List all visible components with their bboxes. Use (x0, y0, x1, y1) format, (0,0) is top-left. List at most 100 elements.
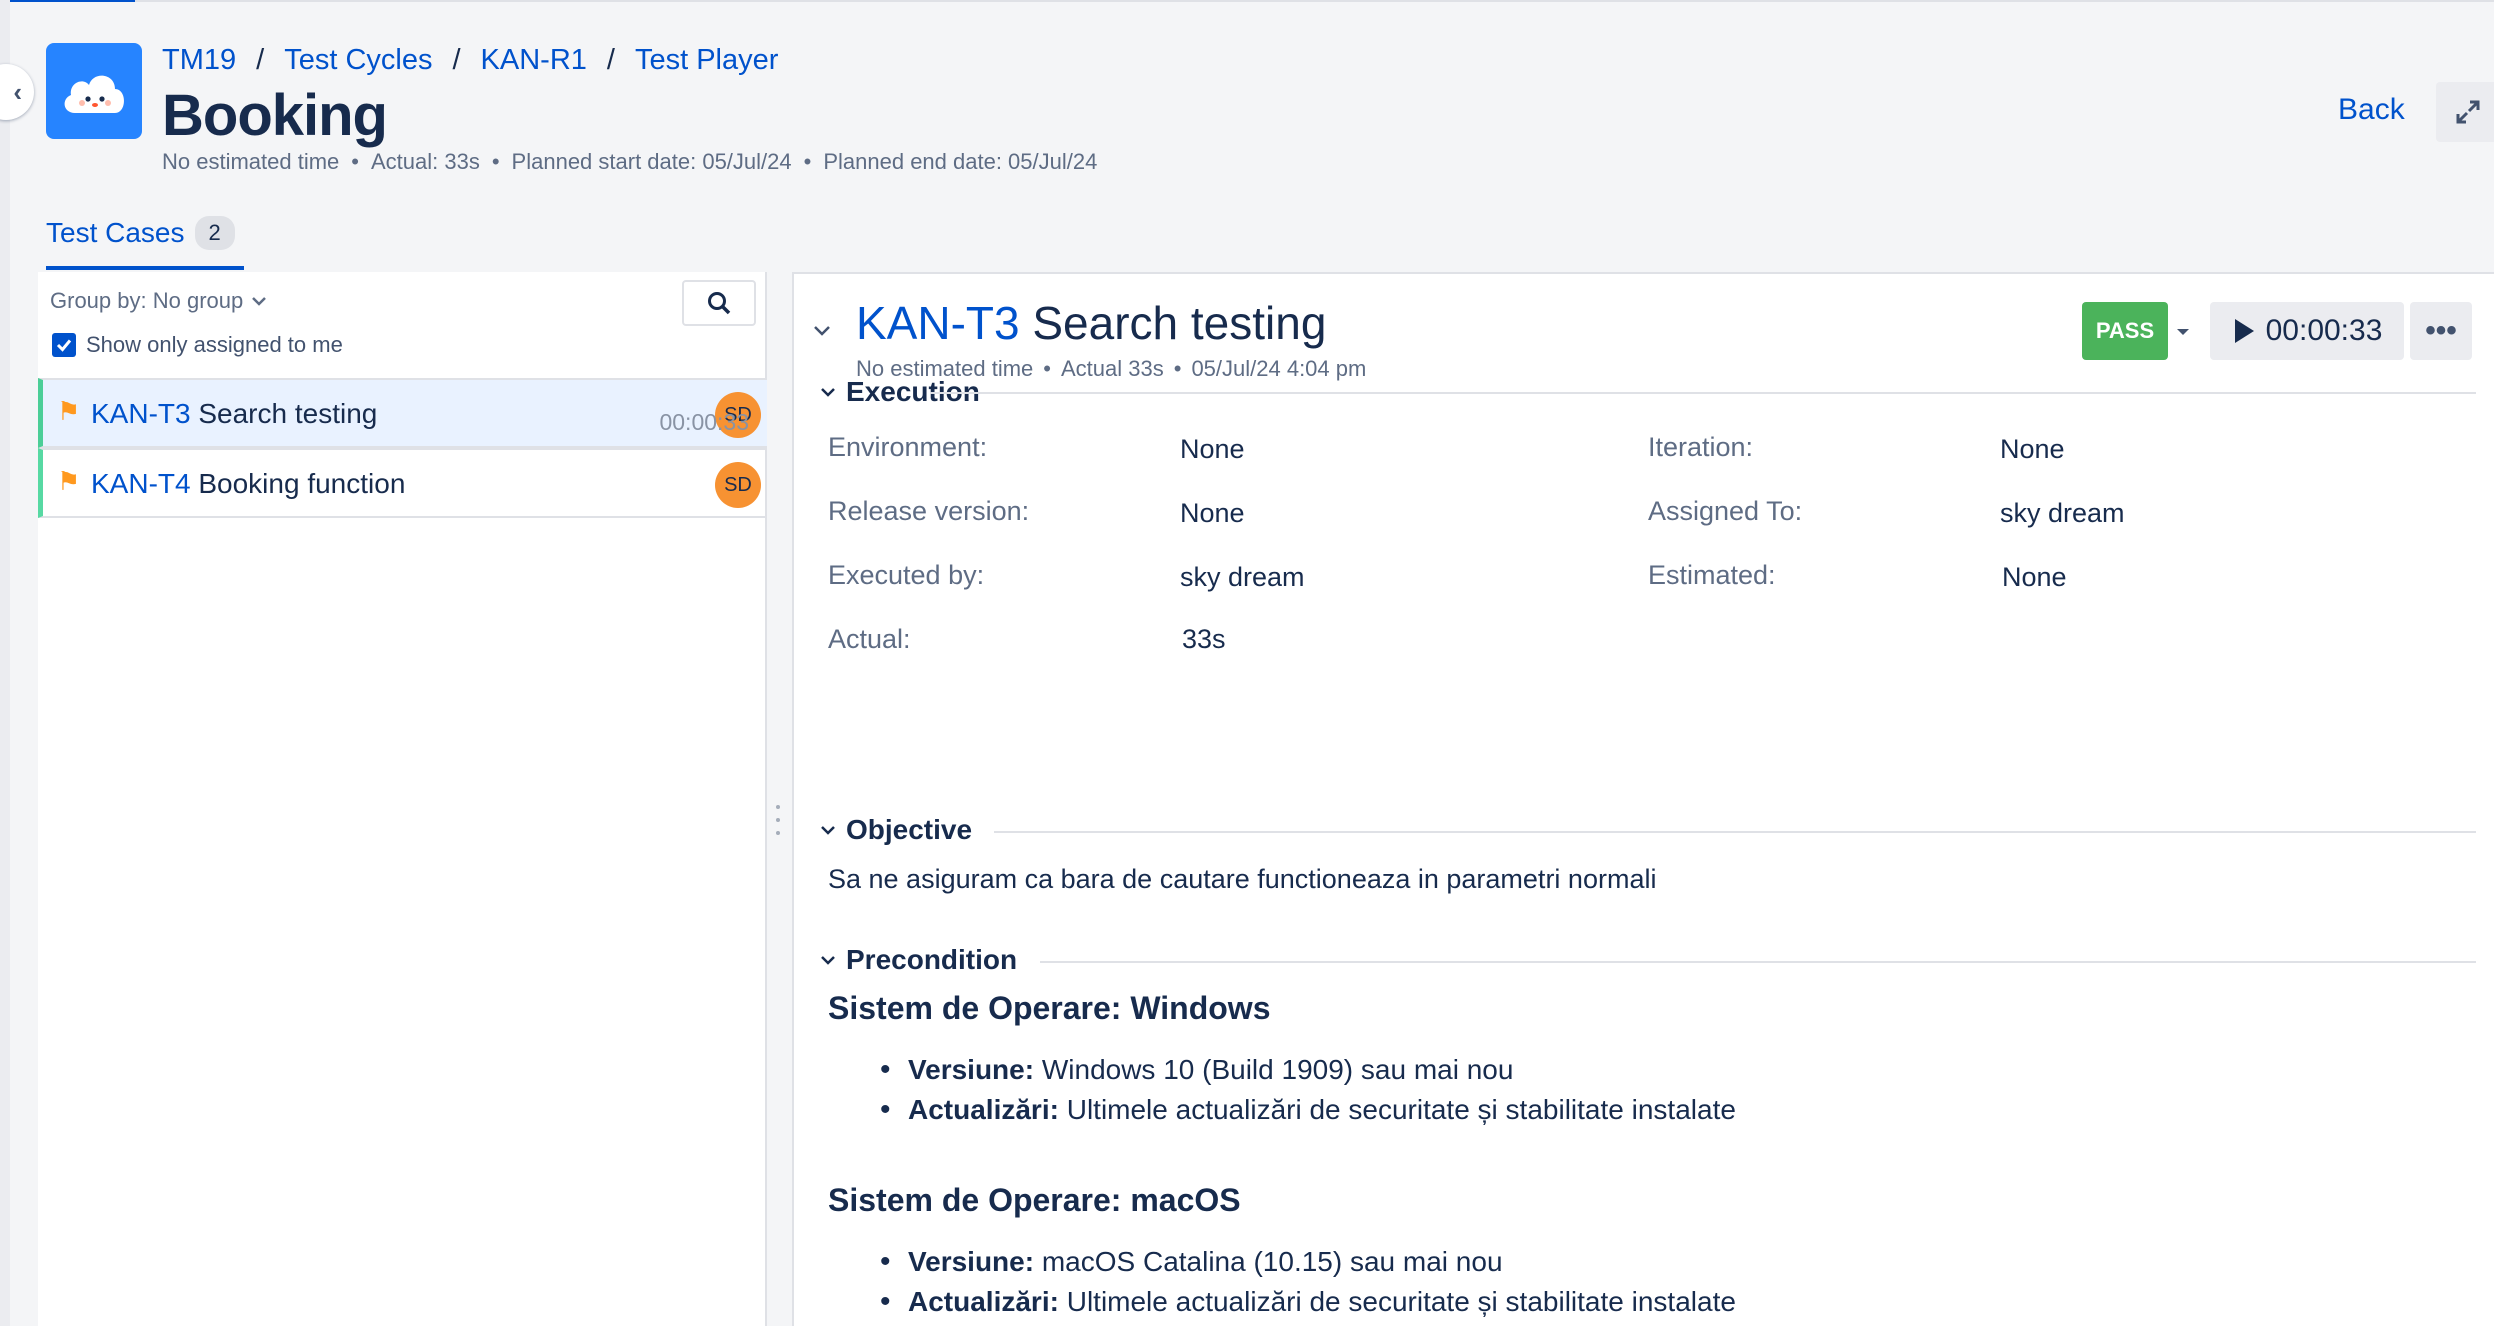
list-item-text: Ultimele actualizări de securitate și st… (1066, 1094, 1736, 1125)
breadcrumb-separator: / (452, 44, 461, 76)
precondition-list: Versiune: Windows 10 (Build 1909) sau ma… (874, 1050, 1736, 1130)
objective-heading: Objective (846, 814, 973, 845)
case-actual: Actual 33s (1061, 356, 1164, 381)
cycle-meta: No estimated time • Actual: 33s • Planned st… (162, 149, 1098, 174)
tab-active-indicator (46, 266, 244, 270)
precondition-section-toggle[interactable]: Precondition (820, 944, 1017, 976)
breadcrumb-test-cycles[interactable]: Test Cycles (284, 44, 432, 77)
status-dropdown-icon[interactable] (2174, 326, 2192, 338)
case-datetime: 05/Jul/24 4:04 pm (1191, 356, 1367, 381)
breadcrumb: TM19 / Test Cycles / KAN-R1 / Test Playe… (162, 44, 778, 77)
status-pass-button[interactable]: PASS (2082, 302, 2168, 360)
collapse-sidebar-button[interactable]: ‹ (0, 64, 34, 120)
breadcrumb-test-player[interactable]: Test Player (635, 44, 778, 77)
release-version-label: Release version: (828, 496, 1030, 526)
back-button[interactable]: Back (2338, 93, 2405, 127)
timer-button[interactable]: 00:00:33 (2210, 302, 2404, 360)
test-case-detail-panel: KAN-T3 Search testing No estimated time •… (792, 272, 2494, 1326)
case-title: KAN-T3 Search testing (856, 296, 1326, 350)
case-name: Search testing (1032, 297, 1327, 349)
section-divider (930, 392, 2476, 394)
group-by-label: Group by: No group (50, 288, 244, 313)
chevron-down-icon (821, 956, 835, 965)
avatar: SD (715, 462, 761, 508)
breadcrumb-cycle[interactable]: KAN-R1 (481, 44, 587, 77)
test-case-time: 00:00:33 (659, 409, 749, 435)
objective-text: Sa ne asiguram ca bara de cautare functi… (828, 864, 1657, 894)
list-item: Actualizări: Ultimele actualizări de sec… (874, 1282, 1736, 1322)
iteration-label: Iteration: (1648, 432, 1754, 462)
test-case-label: KAN-T3 Search testing (91, 398, 377, 430)
list-item: Versiune: macOS Catalina (10.15) sau mai… (874, 1242, 1736, 1282)
list-item: Actualizări: Ultimele actualizări de sec… (874, 1090, 1736, 1130)
chevron-down-icon (252, 297, 267, 306)
test-case-list-panel: Group by: No group Show only assigned to… (38, 272, 767, 1326)
iteration-value[interactable]: None (2000, 434, 2065, 465)
list-item-text: Ultimele actualizări de securitate și st… (1066, 1286, 1736, 1317)
search-button[interactable] (682, 280, 756, 326)
environment-label: Environment: (828, 432, 988, 462)
show-only-assigned-checkbox[interactable] (52, 333, 76, 357)
checkmark-icon (56, 339, 72, 352)
chevron-down-icon[interactable] (812, 324, 832, 338)
cycle-planned-start: Planned start date: 05/Jul/24 (511, 149, 792, 174)
expand-button[interactable] (2436, 82, 2494, 142)
test-case-item[interactable]: ⚑ KAN-T3 Search testing SD 00:00:33 (38, 378, 767, 448)
left-edge (0, 0, 10, 1326)
tab-label: Test Cases (46, 217, 185, 248)
cycle-estimate: No estimated time (162, 149, 340, 174)
test-case-label: KAN-T4 Booking function (91, 468, 405, 500)
estimated-label: Estimated: (1648, 560, 1776, 590)
chevron-down-icon (821, 388, 835, 397)
test-case-item[interactable]: ⚑ KAN-T4 Booking function SD (38, 448, 767, 518)
test-case-key[interactable]: KAN-T4 (91, 468, 191, 499)
more-actions-button[interactable]: ••• (2410, 302, 2472, 360)
flag-icon: ⚑ (57, 396, 81, 426)
assigned-to-label: Assigned To: (1648, 496, 1803, 526)
objective-section-toggle[interactable]: Objective (820, 814, 972, 846)
release-version-value[interactable]: None (1180, 498, 1245, 529)
project-logo (46, 43, 142, 139)
show-only-assigned-toggle[interactable]: Show only assigned to me (52, 332, 343, 358)
executed-by-label: Executed by: (828, 560, 985, 590)
assigned-to-value[interactable]: sky dream (2000, 498, 2125, 529)
list-item-text: macOS Catalina (10.15) sau mai nou (1041, 1246, 1503, 1277)
show-only-assigned-label: Show only assigned to me (86, 332, 343, 357)
test-case-name: Search testing (198, 398, 378, 429)
top-progress-bar (0, 0, 2494, 2)
section-divider (1040, 961, 2476, 963)
breadcrumb-separator: / (256, 44, 265, 76)
cycle-planned-end: Planned end date: 05/Jul/24 (823, 149, 1098, 174)
tab-count-badge: 2 (194, 216, 235, 250)
test-case-key[interactable]: KAN-T3 (91, 398, 191, 429)
executed-by-value[interactable]: sky dream (1180, 562, 1305, 593)
timer-value: 00:00:33 (2265, 314, 2383, 347)
actual-label: Actual: (828, 624, 911, 654)
precondition-group-title: Sistem de Operare: Windows (828, 990, 1271, 1026)
list-item-label: Actualizări: (908, 1286, 1059, 1317)
group-by-dropdown[interactable]: Group by: No group (50, 288, 267, 314)
panel-resize-handle[interactable] (776, 805, 782, 835)
breadcrumb-project[interactable]: TM19 (162, 44, 236, 77)
list-item-label: Actualizări: (908, 1094, 1059, 1125)
chevron-left-icon: ‹ (13, 76, 22, 107)
case-key[interactable]: KAN-T3 (856, 297, 1020, 349)
list-item-label: Versiune: (908, 1054, 1035, 1085)
tab-test-cases[interactable]: Test Cases 2 (46, 216, 235, 250)
list-item-label: Versiune: (908, 1246, 1035, 1277)
cloud-logo-icon (64, 75, 124, 113)
search-icon (708, 292, 731, 315)
precondition-heading: Precondition (846, 944, 1018, 975)
cycle-actual: Actual: 33s (371, 149, 480, 174)
page-title: Booking (162, 83, 388, 148)
precondition-list: Versiune: macOS Catalina (10.15) sau mai… (874, 1242, 1736, 1322)
flag-icon: ⚑ (57, 466, 81, 496)
precondition-group-title: Sistem de Operare: macOS (828, 1182, 1241, 1218)
play-icon (2234, 319, 2254, 343)
estimated-value[interactable]: None (2002, 562, 2067, 593)
environment-value[interactable]: None (1180, 434, 1245, 465)
section-divider (994, 831, 2476, 833)
actual-value[interactable]: 33s (1182, 624, 1226, 655)
test-case-name: Booking function (198, 468, 406, 499)
breadcrumb-separator: / (606, 44, 615, 76)
